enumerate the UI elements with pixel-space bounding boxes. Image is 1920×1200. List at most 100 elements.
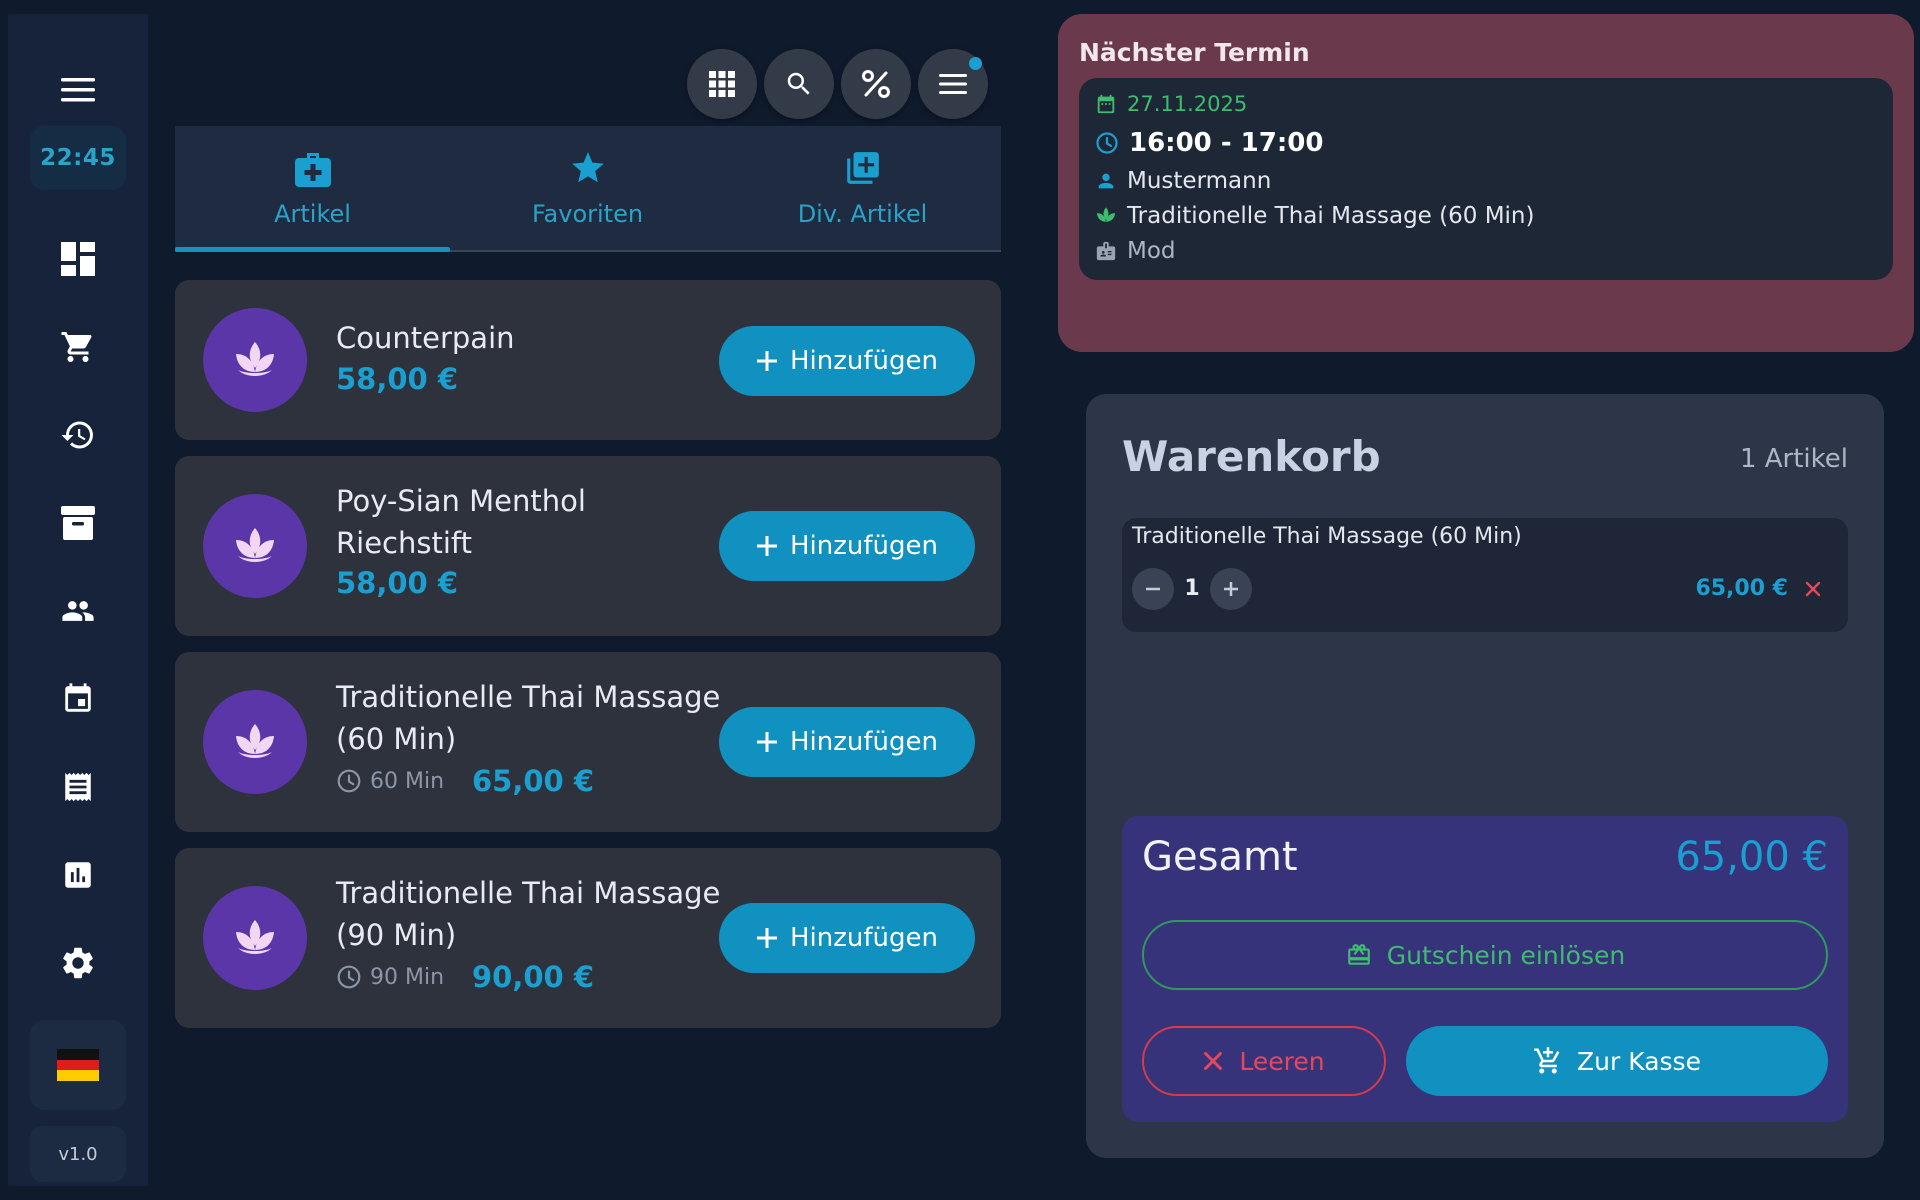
product-name-line2: Riechstift	[336, 526, 472, 560]
product-price: 58,00 €	[336, 566, 459, 600]
remove-item-button[interactable]	[1798, 574, 1828, 604]
redeem-voucher-button[interactable]: Gutschein einlösen	[1142, 920, 1828, 990]
gift-card-icon	[1347, 944, 1370, 965]
history-icon[interactable]	[42, 403, 114, 467]
cart-title: Warenkorb	[1122, 432, 1381, 481]
cart-panel: Warenkorb 1 Artikel Traditionelle Thai M…	[1086, 394, 1884, 1158]
product-duration: 60 Min	[336, 768, 444, 794]
add-to-cart-button[interactable]: Hinzufügen	[719, 707, 975, 777]
plus-icon	[757, 536, 777, 556]
language-flag-de-icon[interactable]	[30, 1020, 126, 1110]
search-button[interactable]	[764, 49, 834, 119]
appointment-details: 27.11.2025 16:00 - 17:00 Mustermann Trad…	[1079, 78, 1893, 280]
appointment-date-row: 27.11.2025	[1095, 92, 1247, 116]
add-button-label: Hinzufügen	[790, 346, 938, 376]
plus-icon	[1224, 582, 1238, 596]
medical-bag-icon	[294, 153, 331, 187]
archive-icon[interactable]	[42, 491, 114, 555]
product-name: Traditionelle Thai Massage (90 Min)	[336, 872, 726, 956]
add-button-label: Hinzufügen	[790, 531, 938, 561]
appointment-service: Traditionelle Thai Massage (60 Min)	[1127, 203, 1535, 229]
appointment-time-row: 16:00 - 17:00	[1095, 128, 1323, 158]
minus-icon	[1146, 587, 1160, 591]
grid-icon	[709, 71, 735, 97]
close-icon	[1204, 1052, 1223, 1070]
dashboard-icon[interactable]	[42, 227, 114, 291]
tab-label: Artikel	[274, 200, 351, 228]
appointment-date: 27.11.2025	[1127, 92, 1248, 116]
percent-icon	[862, 70, 890, 98]
product-name-line1: Poy-Sian Menthol	[336, 484, 586, 518]
cart-icon[interactable]	[42, 315, 114, 379]
cart-item-price: 65,00 €	[1695, 576, 1788, 601]
total-label: Gesamt	[1142, 834, 1298, 880]
product-card: Traditionelle Thai Massage (60 Min) 60 M…	[175, 652, 1001, 832]
grid-view-button[interactable]	[687, 49, 757, 119]
clock-icon	[337, 965, 361, 989]
add-button-label: Hinzufügen	[790, 727, 938, 757]
cart-item-name: Traditionelle Thai Massage (60 Min)	[1132, 524, 1522, 549]
lotus-icon	[1096, 207, 1116, 222]
receipt-icon[interactable]	[42, 755, 114, 819]
product-name-line1: Traditionelle Thai Massage	[336, 680, 721, 714]
more-menu-button[interactable]	[918, 49, 988, 119]
product-name-line2: (60 Min)	[336, 722, 457, 756]
product-name-line2: (90 Min)	[336, 918, 457, 952]
appointment-staff-row: Mod	[1095, 238, 1176, 264]
clear-label: Leeren	[1239, 1046, 1325, 1076]
checkout-button[interactable]: Zur Kasse	[1406, 1026, 1828, 1096]
tab-div-artikel[interactable]: Div. Artikel	[725, 126, 1000, 250]
menu-icon[interactable]	[42, 58, 114, 122]
star-icon	[571, 152, 604, 183]
search-icon	[787, 72, 810, 95]
product-name: Traditionelle Thai Massage (60 Min)	[336, 676, 726, 760]
product-price: 90,00 €	[472, 960, 595, 994]
product-price: 58,00 €	[336, 362, 459, 396]
voucher-label: Gutschein einlösen	[1386, 940, 1626, 970]
menu-list-icon	[939, 74, 967, 94]
appointment-service-row: Traditionelle Thai Massage (60 Min)	[1095, 203, 1534, 229]
settings-icon[interactable]	[42, 931, 114, 995]
reports-icon[interactable]	[42, 843, 114, 907]
product-name: Counterpain	[336, 321, 515, 355]
calendar-icon[interactable]	[42, 667, 114, 731]
total-value: 65,00 €	[1675, 834, 1828, 880]
clock-time: 22:45	[30, 126, 126, 190]
product-card: Poy-Sian Menthol Riechstift 58,00 € Hinz…	[175, 456, 1001, 636]
add-to-cart-button[interactable]: Hinzufügen	[719, 903, 975, 973]
appointment-staff: Mod	[1127, 238, 1176, 264]
customers-icon[interactable]	[42, 579, 114, 643]
clock-icon	[1096, 132, 1118, 154]
product-name-line1: Traditionelle Thai Massage	[336, 876, 721, 910]
cart-total-panel: Gesamt 65,00 € Gutschein einlösen Leeren…	[1122, 816, 1848, 1122]
product-name: Poy-Sian Menthol Riechstift	[336, 480, 726, 564]
sidebar: 22:45 v1.0	[8, 14, 148, 1186]
badge-icon	[1096, 241, 1116, 261]
add-button-label: Hinzufügen	[790, 923, 938, 953]
discount-button[interactable]	[841, 49, 911, 119]
close-icon	[1805, 581, 1821, 597]
plus-icon	[757, 351, 777, 371]
decrease-qty-button[interactable]	[1132, 568, 1174, 610]
clear-cart-button[interactable]: Leeren	[1142, 1026, 1386, 1096]
tab-artikel[interactable]: Artikel	[175, 126, 450, 252]
cart-item: Traditionelle Thai Massage (60 Min) 1 65…	[1122, 518, 1848, 632]
notification-dot	[969, 57, 982, 70]
add-to-cart-button[interactable]: Hinzufügen	[719, 511, 975, 581]
checkout-label: Zur Kasse	[1577, 1046, 1701, 1076]
duration-text: 60 Min	[370, 768, 445, 794]
product-card: Counterpain 58,00 € Hinzufügen	[175, 280, 1001, 440]
active-tab-indicator	[175, 247, 450, 252]
calendar-icon	[1097, 94, 1115, 114]
plus-icon	[757, 928, 777, 948]
product-tabs: Artikel Favoriten Div. Artikel	[175, 126, 1001, 252]
appointment-customer-row: Mustermann	[1095, 168, 1271, 194]
lotus-icon	[203, 308, 307, 412]
cart-plus-icon	[1534, 1047, 1560, 1074]
lotus-icon	[203, 886, 307, 990]
next-appointment-panel[interactable]: Nächster Termin 27.11.2025 16:00 - 17:00…	[1058, 14, 1914, 352]
appointment-customer: Mustermann	[1127, 168, 1272, 194]
increase-qty-button[interactable]	[1210, 568, 1252, 610]
tab-favoriten[interactable]: Favoriten	[450, 126, 725, 250]
add-to-cart-button[interactable]: Hinzufügen	[719, 326, 975, 396]
